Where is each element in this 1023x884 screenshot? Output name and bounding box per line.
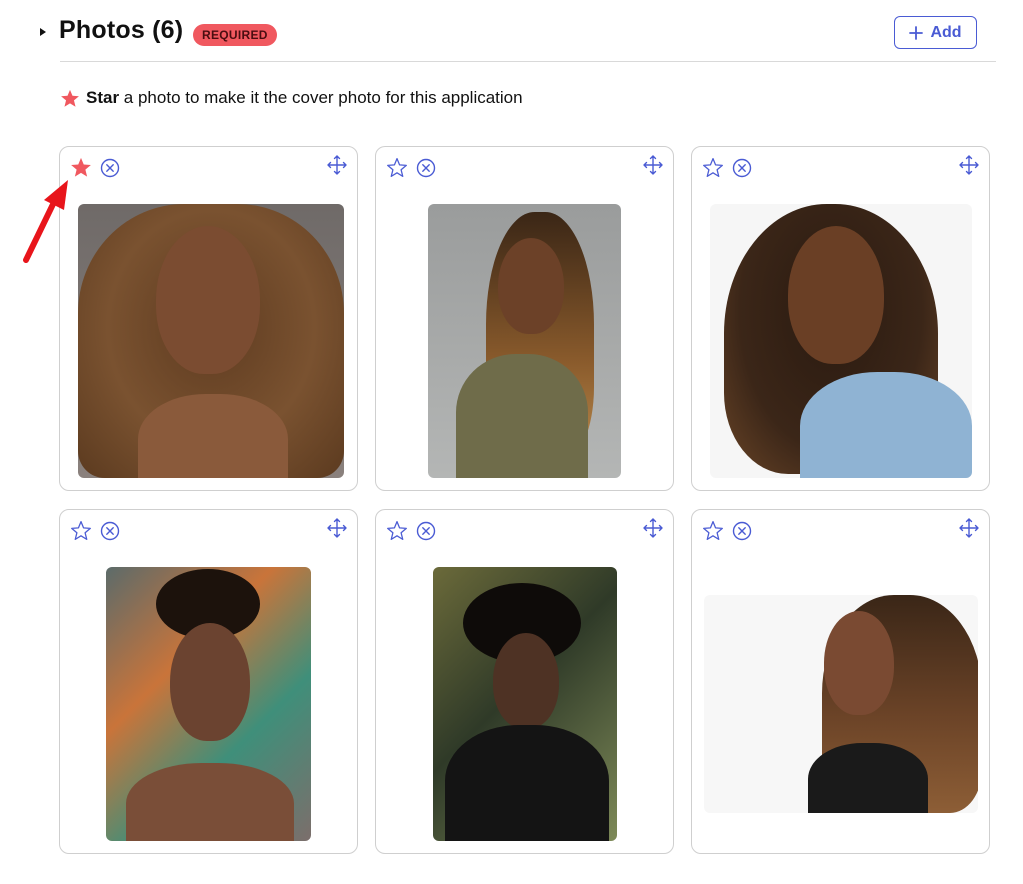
star-icon[interactable]	[386, 157, 408, 178]
move-arrows-icon[interactable]	[327, 155, 347, 175]
collapse-caret-icon[interactable]	[40, 28, 46, 36]
red-arrow-annotation	[23, 180, 68, 263]
remove-circle-icon[interactable]	[416, 158, 436, 178]
photo-thumbnail	[710, 204, 972, 478]
photo-thumbnail	[106, 567, 311, 841]
photo-thumbnail	[704, 595, 978, 813]
add-photo-button[interactable]: Add	[894, 16, 977, 49]
add-button-label: Add	[930, 23, 962, 41]
photo-card[interactable]	[691, 146, 990, 491]
star-icon[interactable]	[386, 520, 408, 541]
section-header: Photos (6) REQUIRED Add	[0, 0, 1023, 62]
photo-thumbnail	[428, 204, 621, 478]
photo-thumbnail	[433, 567, 617, 841]
move-arrows-icon[interactable]	[327, 518, 347, 538]
star-filled-icon	[61, 89, 79, 107]
required-badge: REQUIRED	[193, 24, 277, 46]
remove-circle-icon[interactable]	[100, 521, 120, 541]
star-icon[interactable]	[702, 157, 724, 178]
photo-card[interactable]	[691, 509, 990, 854]
photo-card[interactable]	[375, 509, 674, 854]
cover-photo-hint: Star a photo to make it the cover photo …	[60, 88, 523, 108]
hint-text: a photo to make it the cover photo for t…	[119, 88, 523, 107]
photo-thumbnail	[78, 204, 344, 478]
remove-circle-icon[interactable]	[732, 158, 752, 178]
move-arrows-icon[interactable]	[643, 518, 663, 538]
photo-card[interactable]	[59, 146, 358, 491]
header-divider	[60, 61, 996, 62]
star-icon[interactable]	[70, 157, 92, 178]
remove-circle-icon[interactable]	[732, 521, 752, 541]
section-title: Photos (6)	[59, 16, 184, 44]
remove-circle-icon[interactable]	[416, 521, 436, 541]
hint-bold: Star	[86, 88, 120, 107]
photo-card[interactable]	[59, 509, 358, 854]
star-icon[interactable]	[70, 520, 92, 541]
star-icon[interactable]	[702, 520, 724, 541]
remove-circle-icon[interactable]	[100, 158, 120, 178]
move-arrows-icon[interactable]	[643, 155, 663, 175]
photo-card[interactable]	[375, 146, 674, 491]
move-arrows-icon[interactable]	[959, 155, 979, 175]
plus-icon	[909, 25, 924, 40]
move-arrows-icon[interactable]	[959, 518, 979, 538]
